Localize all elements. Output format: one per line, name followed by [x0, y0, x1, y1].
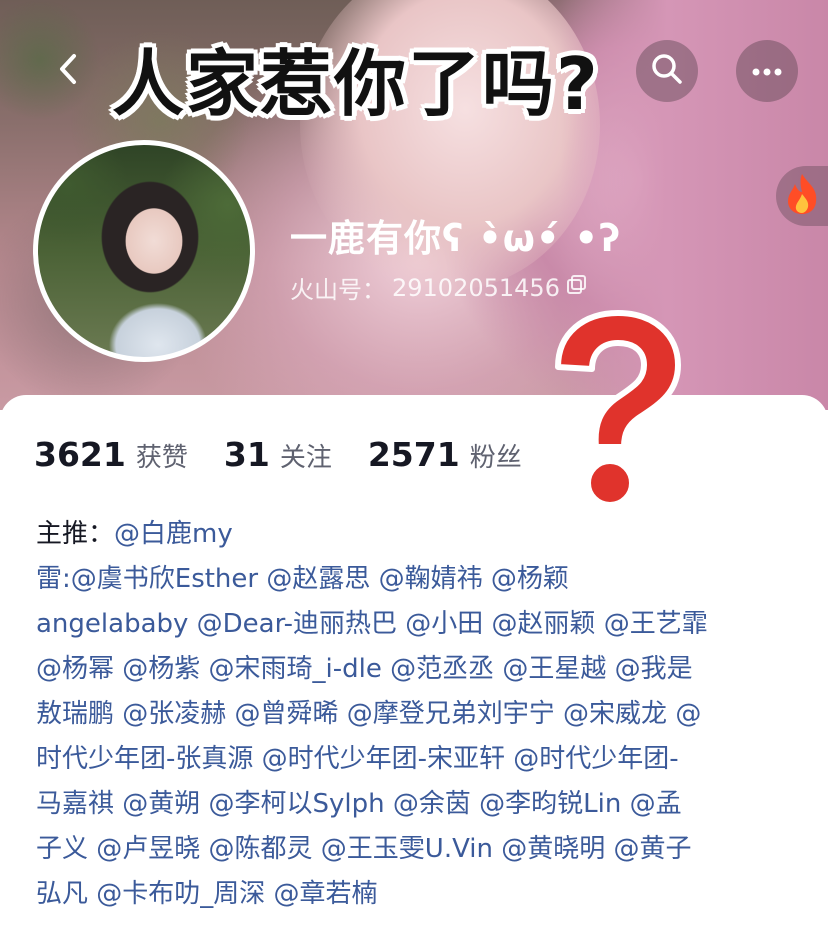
- avatar[interactable]: [33, 140, 255, 362]
- bio-line: 主推：@白鹿my: [36, 512, 806, 557]
- bio-line[interactable]: 马嘉祺 @黄朔 @李柯以Sylph @余茵 @李昀锐Lin @孟: [36, 782, 806, 827]
- search-button[interactable]: [636, 40, 698, 102]
- bio-mention[interactable]: @白鹿my: [114, 519, 233, 549]
- bio: 主推：@白鹿my 雷:@虞书欣Esther @赵露思 @鞠婧祎 @杨颖 ange…: [36, 512, 806, 917]
- bio-line[interactable]: 弘凡 @卡布叻_周深 @章若楠: [36, 872, 806, 917]
- uid-value: 29102051456: [392, 273, 560, 302]
- bio-line[interactable]: 敖瑞鹏 @张凌赫 @曾舜晞 @摩登兄弟刘宇宁 @宋威龙 @: [36, 692, 806, 737]
- uid-label: 火山号：: [290, 276, 386, 304]
- bio-prefix: 主推：: [36, 519, 115, 549]
- stat-value: 31: [223, 435, 270, 474]
- more-button[interactable]: [736, 40, 798, 102]
- stat-label: 关注: [279, 443, 332, 473]
- bio-line[interactable]: angelababy @Dear-迪丽热巴 @小田 @赵丽颖 @王艺霏: [36, 602, 806, 647]
- uid-row: 火山号： 29102051456: [290, 270, 588, 305]
- search-icon: [651, 53, 683, 89]
- copy-icon[interactable]: [566, 274, 588, 302]
- bio-line[interactable]: @杨幂 @杨紫 @宋雨琦_i-dle @范丞丞 @王星越 @我是: [36, 647, 806, 692]
- fire-icon: [782, 172, 822, 220]
- question-mark-icon: [540, 305, 690, 515]
- back-button[interactable]: [38, 40, 100, 102]
- stat-likes[interactable]: 3621 获赞: [34, 435, 188, 474]
- more-icon: [751, 62, 783, 81]
- hot-button[interactable]: [776, 166, 828, 226]
- bio-line[interactable]: 子义 @卢昱晓 @陈都灵 @王玉雯U.Vin @黄晓明 @黄子: [36, 827, 806, 872]
- stat-value: 3621: [34, 435, 126, 474]
- nickname: 一鹿有你ʕ •̀ω•́ •ʔ: [290, 217, 622, 260]
- bio-line[interactable]: 时代少年团-张真源 @时代少年团-宋亚轩 @时代少年团-: [36, 737, 806, 782]
- stat-label: 粉丝: [469, 443, 522, 473]
- chevron-left-icon: [54, 52, 84, 90]
- meme-caption: 人家惹你了吗?: [112, 42, 600, 126]
- stats-row: 3621 获赞 31 关注 2571 粉丝: [34, 435, 558, 474]
- stat-value: 2571: [367, 435, 460, 474]
- stat-label: 获赞: [135, 443, 188, 473]
- bio-line[interactable]: 雷:@虞书欣Esther @赵露思 @鞠婧祎 @杨颖: [36, 557, 806, 602]
- stat-following[interactable]: 31 关注: [224, 435, 332, 474]
- stat-followers[interactable]: 2571 粉丝: [368, 435, 522, 474]
